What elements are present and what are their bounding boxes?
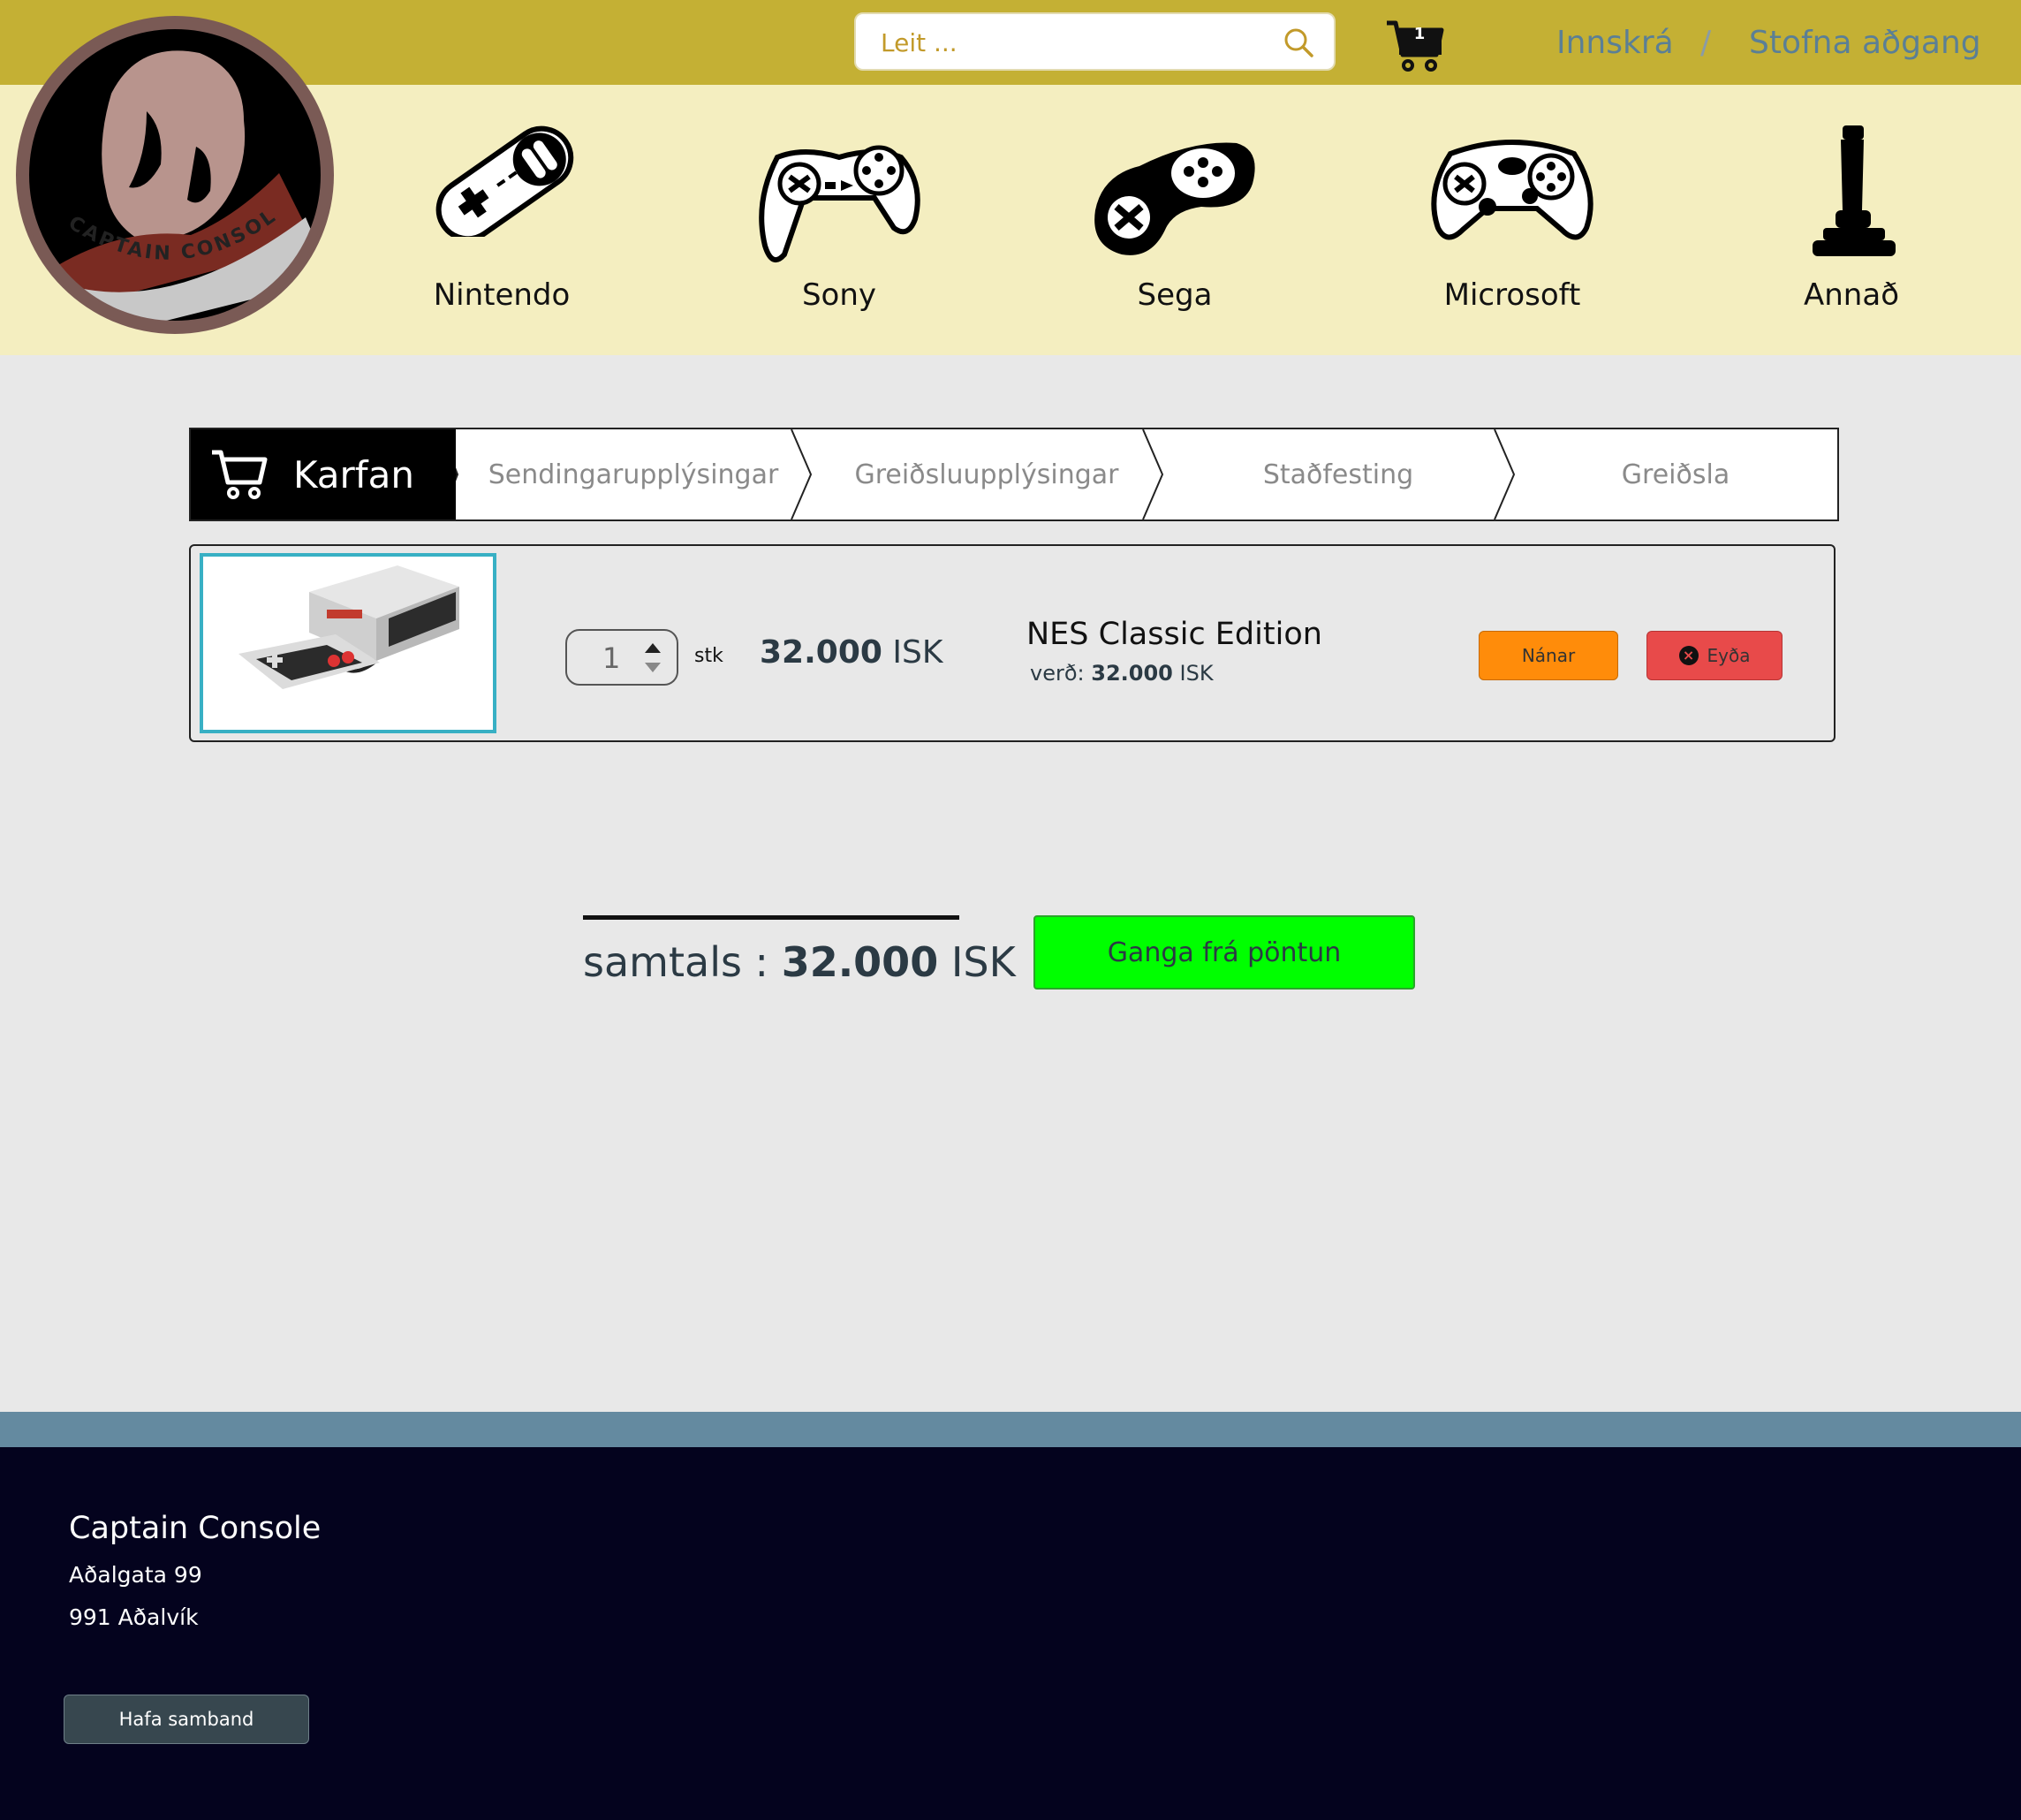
footer-address-line1: Aðalgata 99 [69, 1562, 202, 1588]
price-currency: ISK [1179, 661, 1214, 686]
total-value: 32.000 [781, 938, 939, 986]
footer-company: Captain Console [69, 1511, 322, 1546]
quantity-unit: stk [694, 645, 723, 667]
footer-address-line2: 991 Aðalvík [69, 1604, 199, 1630]
login-link[interactable]: Innskrá [1556, 25, 1674, 61]
cart-item-row: 1 stk 32.000 ISK NES Classic Edition ver… [189, 544, 1836, 742]
category-sega[interactable]: Sega [1078, 122, 1272, 325]
captain-console-logo[interactable]: CAPTAIN CONSOLE [14, 14, 336, 336]
quantity-value: 1 [602, 641, 621, 675]
delete-button[interactable]: × Eyða [1646, 631, 1783, 680]
step-payment[interactable]: Greiðsla [1514, 429, 1837, 519]
delete-label: Eyða [1707, 645, 1751, 666]
auth-separator: / [1700, 25, 1712, 61]
signup-link[interactable]: Stofna aðgang [1749, 25, 1981, 61]
category-label: Sony [801, 277, 877, 313]
category-other[interactable]: Annað [1754, 122, 1949, 325]
category-label: Sega [1137, 277, 1213, 313]
checkout-button[interactable]: Ganga frá pöntun [1033, 915, 1415, 990]
xbox-controller-icon [1431, 140, 1593, 240]
category-microsoft[interactable]: Microsoft [1415, 122, 1609, 325]
step-payment-info[interactable]: Greiðsluupplýsingar [811, 429, 1162, 519]
category-sony[interactable]: Sony [742, 122, 936, 325]
details-button[interactable]: Nánar [1479, 631, 1618, 680]
total-currency: ISK [950, 938, 1016, 986]
joystick-icon [1813, 125, 1896, 256]
playstation-controller-icon [759, 145, 920, 263]
checkout-steps: Karfan Sendingarupplýsingar Greiðsluuppl… [189, 428, 1839, 521]
product-price: verð: 32.000 ISK [1030, 661, 1214, 686]
category-label: Annað [1804, 277, 1899, 313]
line-total-currency: ISK [892, 634, 943, 671]
sega-controller-icon [1094, 142, 1255, 255]
step-cart[interactable]: Karfan [191, 429, 456, 519]
category-label: Microsoft [1443, 277, 1581, 313]
step-confirmation[interactable]: Staðfesting [1162, 429, 1514, 519]
total-label: samtals : [583, 938, 769, 986]
snes-controller-icon [435, 125, 574, 237]
footer-stripe [0, 1412, 2021, 1447]
step-label: Karfan [293, 452, 414, 497]
cart-total: samtals : 32.000 ISK [583, 938, 1016, 986]
price-value: 32.000 [1091, 661, 1173, 686]
category-label: Nintendo [433, 277, 571, 313]
search-icon[interactable] [1283, 27, 1314, 58]
category-nintendo[interactable]: Nintendo [405, 122, 599, 325]
line-total: 32.000 ISK [760, 634, 942, 671]
price-label: verð: [1030, 661, 1085, 686]
search-box[interactable] [854, 12, 1336, 71]
search-input[interactable] [881, 23, 1269, 62]
close-icon: × [1678, 646, 1699, 665]
product-name[interactable]: NES Classic Edition [1026, 617, 1322, 652]
step-shipping[interactable]: Sendingarupplýsingar [458, 429, 809, 519]
decrement-icon[interactable] [645, 663, 661, 672]
cart-icon [212, 450, 268, 499]
increment-icon[interactable] [645, 643, 661, 653]
quantity-stepper[interactable]: 1 [565, 629, 678, 686]
line-total-value: 32.000 [760, 634, 882, 671]
contact-button[interactable]: Hafa samband [64, 1695, 309, 1744]
cart-count-badge: 1 [1413, 25, 1426, 43]
total-divider [583, 915, 959, 920]
nes-classic-image [238, 565, 459, 689]
footer: Captain Console Aðalgata 99 991 Aðalvík … [0, 1447, 2021, 1820]
product-image[interactable] [200, 553, 496, 733]
